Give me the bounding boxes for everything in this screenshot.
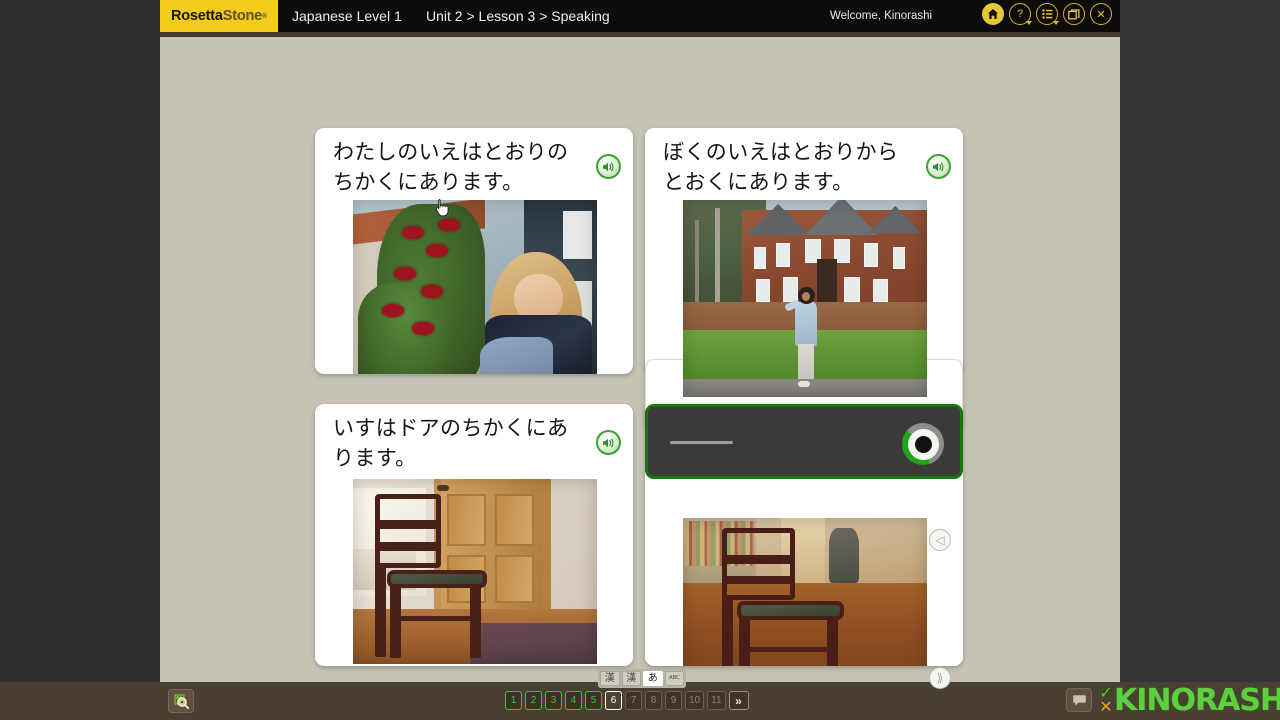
screen: Rosetta Stone ® Japanese Level 1 Unit 2 > …	[0, 0, 1280, 720]
help-icon[interactable]: ?	[1009, 3, 1032, 25]
app-header: Rosetta Stone ® Japanese Level 1 Unit 2 > …	[160, 0, 1120, 32]
home-icon[interactable]	[982, 3, 1004, 25]
page-button[interactable]: 2	[525, 691, 542, 710]
logo-trademark: ®	[262, 12, 268, 20]
card-1-sentence: わたしのいえはとおりのちかくにあります。	[333, 140, 569, 194]
close-icon[interactable]: ✕	[1090, 3, 1112, 25]
chevron-down-icon	[1053, 21, 1059, 25]
app-window: Rosetta Stone ® Japanese Level 1 Unit 2 > …	[160, 0, 1120, 720]
chevron-down-icon	[1026, 21, 1032, 25]
lesson-stage: わたしのいえはとおりのちかくにあります。 ぼくのいえはとおりからとおくにあります…	[160, 37, 1120, 689]
audio-waveform	[670, 441, 733, 444]
previous-item-arrow[interactable]: ◁	[929, 529, 951, 551]
logo-rosetta-text: Rosetta	[170, 8, 223, 24]
page-button[interactable]: 7	[625, 691, 642, 710]
script-option-kana[interactable]: あ	[643, 671, 663, 686]
card-2-sentence: ぼくのいえはとおりからとおくにあります。	[663, 140, 899, 194]
help-glyph: ?	[1016, 8, 1024, 20]
chat-button[interactable]	[1066, 688, 1092, 712]
watermark: KINORASHI	[1114, 683, 1280, 718]
script-option-label: あ	[647, 672, 658, 684]
welcome-user-label: Welcome, Kinorashi	[830, 10, 933, 22]
script-toggle-group[interactable]: 漢 漢 あ ABC	[598, 669, 686, 688]
next-item-arrow[interactable]: ⟫	[929, 667, 951, 689]
card-3-sentence: いすはドアのちかくにあります。	[333, 416, 569, 470]
record-button-dot	[914, 435, 932, 453]
cross-icon: ✕	[1099, 699, 1113, 716]
record-button[interactable]	[902, 423, 944, 465]
page-navigator[interactable]: 1 2 3 4 5 6 7 8 9 10 11 »	[505, 691, 749, 710]
page-button[interactable]: 3	[545, 691, 562, 710]
page-button[interactable]: 1	[505, 691, 522, 710]
menu-list-icon[interactable]	[1036, 3, 1059, 25]
record-button-ring	[907, 428, 939, 460]
script-option-label: 漢	[604, 672, 615, 684]
course-title: Japanese Level 1	[292, 8, 402, 24]
page-button[interactable]: 5	[585, 691, 602, 710]
mouse-cursor	[434, 198, 450, 223]
script-option-romaji[interactable]: ABC	[664, 671, 684, 686]
card-2-photo	[683, 200, 927, 397]
page-button[interactable]: 10	[685, 691, 705, 710]
card-1-photo	[353, 200, 597, 374]
letterbox-right	[1120, 0, 1280, 720]
script-option-label: ABC	[668, 674, 680, 681]
card-3-photo	[353, 479, 597, 664]
page-button[interactable]: 8	[645, 691, 662, 710]
rosetta-stone-logo: Rosetta Stone ®	[160, 0, 278, 32]
search-button[interactable]	[168, 689, 194, 713]
speaker-icon[interactable]	[926, 154, 951, 179]
script-option-label: 漢	[626, 672, 637, 684]
search-icon	[174, 694, 189, 709]
letterbox-left	[0, 0, 160, 720]
close-glyph: ✕	[1096, 8, 1106, 21]
script-option-kanji[interactable]: 漢	[621, 671, 641, 686]
logo-stone-text: Stone	[222, 8, 263, 24]
speech-recorder-panel[interactable]	[645, 404, 963, 479]
header-icon-group: ? ✕	[982, 3, 1112, 25]
answer-card-1[interactable]: わたしのいえはとおりのちかくにあります。	[315, 128, 633, 374]
script-option-kanji-furigana[interactable]: 漢	[600, 671, 620, 686]
page-button[interactable]: 9	[665, 691, 682, 710]
window-restore-icon[interactable]	[1063, 3, 1085, 25]
page-button[interactable]: 11	[707, 691, 726, 710]
page-button[interactable]: 4	[565, 691, 582, 710]
answer-feedback-marks: ✓ ✕	[1098, 685, 1114, 716]
speech-bubble-icon	[1072, 694, 1086, 706]
answer-card-3[interactable]: いすはドアのちかくにあります。	[315, 404, 633, 666]
card-4-photo	[683, 518, 927, 666]
speaker-icon[interactable]	[596, 430, 621, 455]
breadcrumb: Unit 2 > Lesson 3 > Speaking	[426, 8, 610, 24]
speaker-icon[interactable]	[596, 154, 621, 179]
page-button-current[interactable]: 6	[605, 691, 622, 710]
next-page-button[interactable]: »	[728, 691, 749, 710]
